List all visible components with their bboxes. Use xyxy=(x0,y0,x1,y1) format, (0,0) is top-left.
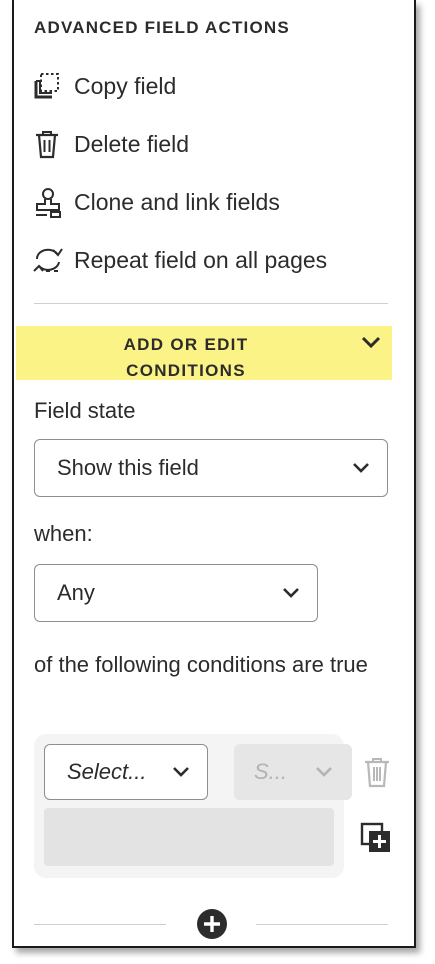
following-conditions-label: of the following conditions are true xyxy=(34,652,368,677)
condition-field-select[interactable]: Select... xyxy=(44,744,208,800)
delete-field-label: Delete field xyxy=(74,130,190,157)
when-value: Any xyxy=(57,580,95,605)
delete-field-action[interactable]: Delete field xyxy=(32,126,189,162)
chevron-down-icon[interactable] xyxy=(360,334,382,355)
add-divider-right xyxy=(256,924,388,925)
advanced-actions-title: ADVANCED FIELD ACTIONS xyxy=(34,18,290,37)
add-condition-icon[interactable] xyxy=(360,822,392,859)
field-state-select[interactable]: Show this field xyxy=(34,439,388,497)
copy-field-action[interactable]: Copy field xyxy=(32,68,176,104)
field-properties-panel: ADVANCED FIELD ACTIONS Copy field Delete… xyxy=(12,0,416,948)
repeat-icon xyxy=(32,243,66,277)
conditions-header-label: ADD OR EDIT CONDITIONS xyxy=(123,335,249,380)
delete-condition-icon[interactable] xyxy=(362,756,392,793)
field-state-label: Field state xyxy=(34,398,136,423)
condition-rule: Select... S... xyxy=(34,734,352,878)
chevron-down-icon xyxy=(314,765,334,779)
condition-operator-value: S... xyxy=(254,759,288,784)
when-select[interactable]: Any xyxy=(34,564,318,622)
repeat-field-action[interactable]: Repeat field on all pages xyxy=(32,242,327,278)
when-label: when: xyxy=(34,521,93,546)
chevron-down-icon xyxy=(171,765,191,779)
chevron-down-icon xyxy=(281,586,301,600)
stamp-icon xyxy=(32,185,66,219)
add-circle-icon[interactable] xyxy=(196,908,228,945)
add-edit-conditions-header[interactable]: ADD OR EDIT CONDITIONS xyxy=(16,326,392,380)
copy-field-label: Copy field xyxy=(74,72,177,99)
trash-icon xyxy=(32,127,66,161)
clone-link-label: Clone and link fields xyxy=(74,188,280,215)
add-divider-left xyxy=(34,924,166,925)
condition-value-placeholder xyxy=(44,808,334,866)
repeat-field-label: Repeat field on all pages xyxy=(74,246,328,273)
section-divider xyxy=(34,303,388,304)
chevron-down-icon xyxy=(351,461,371,475)
condition-field-value: Select... xyxy=(67,759,147,784)
clone-link-action[interactable]: Clone and link fields xyxy=(32,184,280,220)
field-state-value: Show this field xyxy=(57,455,199,480)
condition-operator-select[interactable]: S... xyxy=(234,744,352,800)
copy-icon xyxy=(32,69,66,103)
